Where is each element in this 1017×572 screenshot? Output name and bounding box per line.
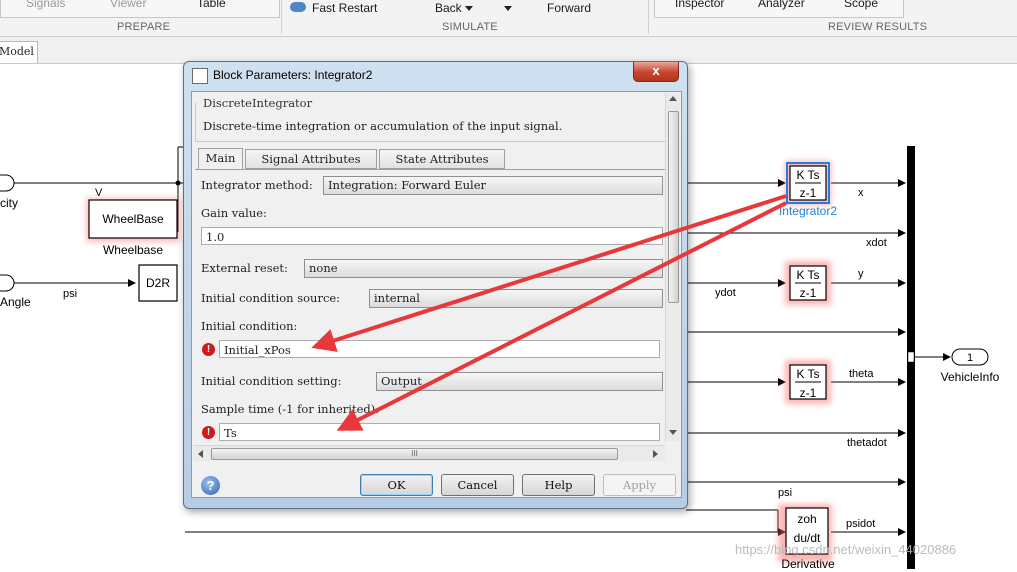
back-dropdown-icon[interactable] [465,6,473,11]
bus-creator-port [907,351,915,363]
toolstrip-ribbon: Signals Viewer Table PREPARE Fast Restar… [0,0,1017,37]
section-divider [648,0,649,34]
ok-button[interactable]: OK [360,474,433,496]
vertical-scroll-thumb[interactable] [668,111,679,303]
inport-velocity[interactable] [0,174,15,192]
outport-number: 1 [967,352,973,364]
signal-label-psi-out: psi [778,487,792,499]
help-question-icon[interactable]: ? [201,476,220,495]
section-divider [281,0,282,34]
signal-label-v: V [95,187,103,199]
derivative-top-text: zoh [797,512,816,526]
logic-analyzer-button[interactable]: Analyzer [758,0,805,10]
viewer-button[interactable]: Viewer [110,0,146,10]
integrator-y-numerator: K Ts [796,268,819,282]
block-description: Discrete-time integration or accumulatio… [203,119,563,133]
integrator-method-label: Integrator method: [201,178,313,192]
initial-condition-input[interactable]: Initial_xPos [219,340,660,358]
derivative-label: Derivative [781,557,835,569]
horizontal-scroll-thumb[interactable]: III [211,448,618,460]
fast-restart-icon [290,2,306,12]
signal-label-ydot: ydot [715,287,736,299]
branch-point [175,180,181,186]
model-tabstrip: Model [0,37,1017,64]
sample-time-label: Sample time (-1 for inherited): [201,402,380,416]
initial-condition-label: Initial condition: [201,319,298,333]
table-button[interactable]: Table [197,0,226,10]
watermark-text: https://blog.csdn.net/weixin_44020886 [735,542,957,557]
apply-button[interactable]: Apply [603,474,676,496]
inport-velocity-label: city [0,196,18,210]
ic-source-label: Initial condition source: [201,291,341,305]
dialog-app-icon [192,68,208,84]
sample-time-input[interactable]: Ts [219,423,660,441]
ic-setting-dropdown[interactable]: Output [376,372,663,391]
external-reset-dropdown[interactable]: none [304,259,663,278]
step-dropdown-icon[interactable] [504,6,512,11]
simulate-section-label: SIMULATE [442,21,498,33]
integrator2-label: Integrator2 [779,204,837,218]
scroll-down-icon[interactable] [669,430,677,435]
gain-value-input[interactable]: 1.0 [201,227,663,245]
cancel-button[interactable]: Cancel [441,474,514,496]
signal-label-x: x [858,187,864,199]
integrator-method-dropdown[interactable]: Integration: Forward Euler [323,176,663,195]
block-parameters-dialog: Block Parameters: Integrator2 x Discrete… [183,61,688,509]
integrator2-numerator: K Ts [796,168,819,182]
wheelbase-block-label: Wheelbase [103,243,163,257]
inport-angle-label: Angle [0,295,31,309]
signal-label-y: y [858,268,864,280]
horizontal-scrollbar[interactable]: III [193,445,665,461]
scroll-left-icon[interactable] [198,450,203,458]
initial-condition-error-icon: ! [202,343,215,356]
integrator-theta-denominator: z-1 [800,386,817,400]
ic-source-dropdown[interactable]: internal [369,289,663,308]
scroll-up-icon[interactable] [669,96,677,101]
vertical-scrollbar[interactable] [665,93,680,441]
signal-label-theta: theta [849,368,874,380]
outport-label: VehicleInfo [941,370,1000,384]
help-button[interactable]: Help [522,474,595,496]
tab-main[interactable]: Main [198,148,243,170]
step-forward-button[interactable]: Forward [547,1,591,15]
gain-value-label: Gain value: [201,206,267,220]
sample-time-error-icon: ! [202,426,215,439]
scope-button[interactable]: Scope [844,0,878,10]
prepare-section-label: PREPARE [117,21,171,33]
d2r-block-text: D2R [146,276,170,290]
fast-restart-button[interactable]: Fast Restart [312,1,377,15]
dialog-content: DiscreteIntegrator Discrete-time integra… [191,91,682,498]
integrator-theta-numerator: K Ts [796,367,819,381]
step-back-button[interactable]: Back [435,1,462,15]
signal-label-thetadot: thetadot [847,437,887,449]
data-inspector-button[interactable]: Inspector [675,0,724,10]
inport-angle[interactable] [0,274,15,292]
integrator2-denominator: z-1 [800,186,817,200]
signal-label-psidot: psidot [846,518,875,530]
signal-label-xdot: xdot [866,237,887,249]
dialog-close-button[interactable]: x [633,62,679,82]
tab-signal-attributes[interactable]: Signal Attributes [245,149,377,169]
model-tab[interactable]: Model [0,41,38,63]
signal-label-psi: psi [63,288,77,300]
review-section-label: REVIEW RESULTS [828,21,928,33]
scroll-right-icon[interactable] [653,450,658,458]
wheelbase-block-text: WheelBase [102,212,164,226]
integrator-y-denominator: z-1 [800,286,817,300]
external-reset-label: External reset: [201,261,288,275]
dialog-title: Block Parameters: Integrator2 [213,68,373,82]
tab-state-attributes[interactable]: State Attributes [379,149,505,169]
signals-button[interactable]: Signals [26,0,65,10]
ic-setting-label: Initial condition setting: [201,374,342,388]
